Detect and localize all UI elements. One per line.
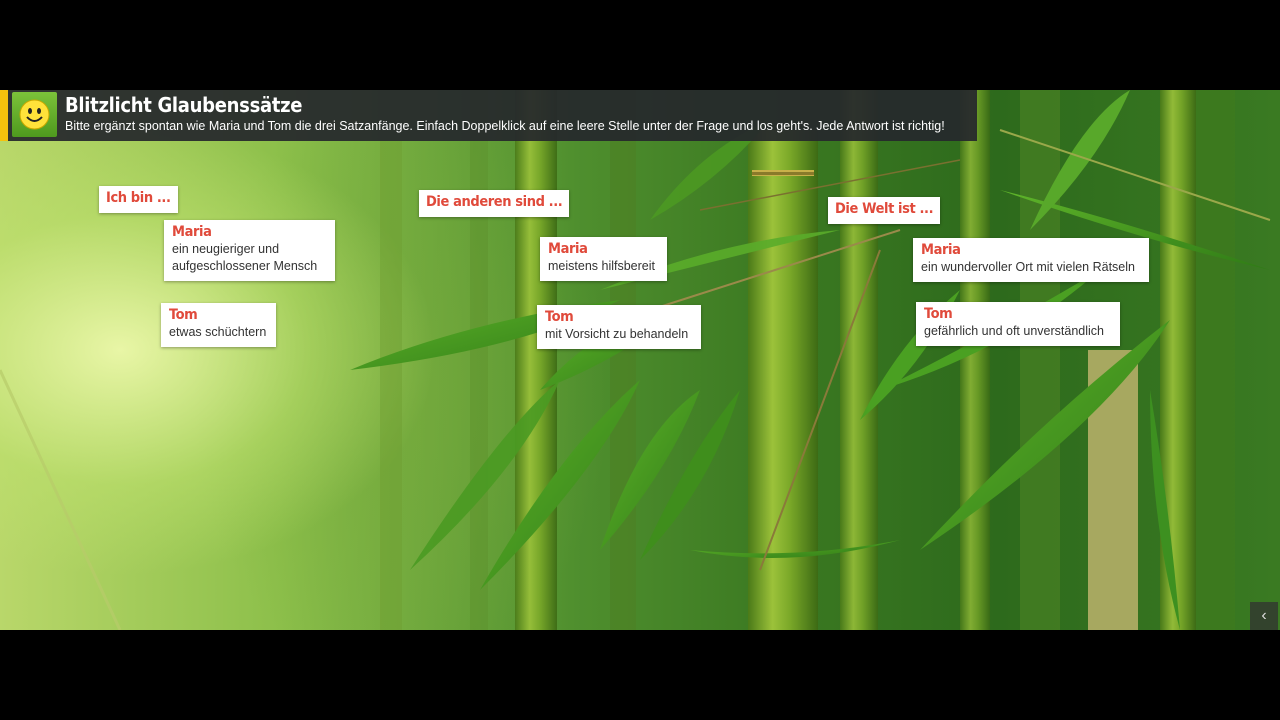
question-die-anderen-sind[interactable]: Die anderen sind ... [419,190,570,217]
bamboo-background[interactable] [0,90,1280,630]
answer-author: Maria [548,241,588,257]
answer-text: etwas schüchtern [169,325,267,339]
answer-card-maria[interactable]: Maria ein wundervoller Ort mit vielen Rä… [913,238,1149,282]
answer-text: ein wundervoller Ort mit vielen Rätseln [921,260,1135,274]
question-die-welt-ist[interactable]: Die Welt ist ... [828,197,941,224]
answer-card-maria[interactable]: Maria ein neugieriger und aufgeschlossen… [164,220,335,281]
answer-author: Tom [169,307,198,323]
smiley-icon [19,99,50,130]
answer-text: meistens hilfsbereit [548,259,655,273]
header-bar: Blitzlicht Glaubenssätze Bitte ergänzt s… [0,90,977,141]
answer-card-tom[interactable]: Tom mit Vorsicht zu behandeln [537,305,701,349]
page-instructions: Bitte ergänzt spontan wie Maria und Tom … [65,119,945,133]
answer-author: Maria [172,224,212,240]
answer-text: gefährlich und oft unverständlich [924,324,1104,338]
chevron-left-icon[interactable]: ‹ [1250,602,1278,630]
answer-author: Tom [545,309,574,325]
answer-card-tom[interactable]: Tom etwas schüchtern [161,303,276,347]
bamboo-illustration [0,90,1271,630]
page-title: Blitzlicht Glaubenssätze [65,93,303,117]
answer-card-maria[interactable]: Maria meistens hilfsbereit [540,237,667,281]
answer-author: Maria [921,242,961,258]
answer-author: Tom [924,306,953,322]
answer-card-tom[interactable]: Tom gefährlich und oft unverständlich [916,302,1120,346]
question-ich-bin[interactable]: Ich bin ... [99,186,178,213]
smiley-badge [12,92,57,137]
answer-text: mit Vorsicht zu behandeln [545,327,689,341]
answer-text: ein neugieriger und aufgeschlossener Men… [172,242,318,273]
